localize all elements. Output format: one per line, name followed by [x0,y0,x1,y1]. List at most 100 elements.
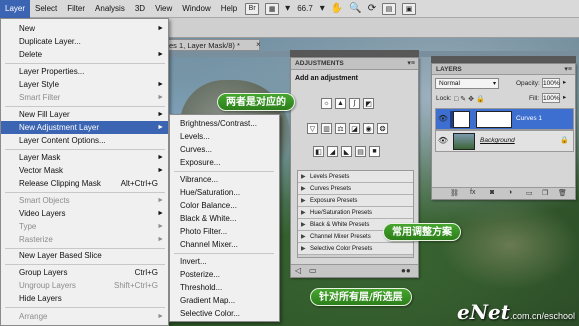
blend-mode-select[interactable]: Normal ▾ [435,78,499,89]
submenu-item-curves[interactable]: Curves... [170,144,279,156]
layer-row-curves[interactable]: 👁 Curves 1 [435,108,574,130]
opacity-field[interactable]: 100% [542,78,560,88]
menu-item-layer-style[interactable]: Layer Style ► [1,78,168,91]
menu-item-new-adjustment-layer[interactable]: New Adjustment Layer ► [1,121,168,134]
panel-menu-icon[interactable]: ▾≡ [407,59,415,67]
submenu-item-exposure[interactable]: Exposure... [170,157,279,169]
menu-item-group-layers[interactable]: Group Layers Ctrl+G [1,266,168,279]
posterize-icon[interactable]: ◢ [327,146,338,157]
new-layer-icon[interactable]: ❐ [542,189,548,197]
layer-mask-thumbnail[interactable] [476,111,512,128]
adjustments-panel-collapse-bar[interactable] [290,50,419,57]
eye-icon[interactable]: 👁 [437,136,449,147]
menu-view[interactable]: View [150,0,177,18]
fill-field[interactable]: 100% [542,93,560,103]
submenu-item-color-balance[interactable]: Color Balance... [170,200,279,212]
menu-item-new[interactable]: New ► [1,22,168,35]
minibridge-icon[interactable]: ▦ [265,2,280,15]
menu-item-vector-mask[interactable]: Vector Mask ► [1,164,168,177]
preset-exposure[interactable]: ▶ Exposure Presets [298,195,413,207]
menu-item-layer-content-options[interactable]: Layer Content Options... [1,134,168,147]
submenu-item-gradient-map[interactable]: Gradient Map... [170,295,279,307]
menu-window[interactable]: Window [177,0,215,18]
black-white-icon[interactable]: ◪ [349,123,360,134]
layer-row-background[interactable]: 👁 Background 🔒 [435,130,574,152]
adjustments-panel-tab[interactable]: ADJUSTMENTS [291,58,418,70]
menu-item-new-layer-based-slice[interactable]: New Layer Based Slice [1,249,168,262]
menu-analysis[interactable]: Analysis [90,0,130,18]
vibrance-icon[interactable]: ▽ [307,123,318,134]
menu-layer[interactable]: Layer [0,0,31,18]
panel-menu-icon[interactable]: ▾≡ [564,65,572,73]
submenu-item-brightness-contrast[interactable]: Brightness/Contrast... [170,118,279,130]
layer-visibility-toggle-icon[interactable]: ●● [401,266,411,275]
exposure-icon[interactable]: ◩ [363,98,374,109]
invert-icon[interactable]: ◧ [313,146,324,157]
menu-item-hide-layers[interactable]: Hide Layers [1,292,168,305]
trash-icon[interactable]: 🗑 [558,189,567,197]
layers-panel-tab[interactable]: LAYERS [432,64,575,75]
menu-item-smart-objects[interactable]: Smart Objects ► [1,194,168,207]
submenu-item-channel-mixer[interactable]: Channel Mixer... [170,239,279,251]
color-balance-icon[interactable]: ⚖ [335,123,346,134]
preset-selective-color[interactable]: ▶ Selective Color Presets [298,243,413,255]
selective-color-icon[interactable]: ■ [369,146,380,157]
view-extras-icon[interactable]: ▾ [285,2,290,16]
hand-tool-icon[interactable]: ✋ [331,2,343,16]
expand-view-icon[interactable]: ◁ [295,266,301,275]
menu-item-layer-mask[interactable]: Layer Mask ► [1,151,168,164]
menu-item-rasterize[interactable]: Rasterize ► [1,233,168,246]
menu-item-video-layers[interactable]: Video Layers ► [1,207,168,220]
menu-item-release-clipping-mask[interactable]: Release Clipping Mask Alt+Ctrl+G [1,177,168,190]
preset-levels[interactable]: ▶ Levels Presets [298,171,413,183]
brightness-contrast-icon[interactable]: ☼ [321,98,332,109]
preset-curves[interactable]: ▶ Curves Presets [298,183,413,195]
levels-icon[interactable]: ▲ [335,98,346,109]
link-layers-icon[interactable]: ⛓ [450,189,459,197]
fx-icon[interactable]: fx [470,189,475,196]
submenu-item-posterize[interactable]: Posterize... [170,269,279,281]
submenu-item-hue-saturation[interactable]: Hue/Saturation... [170,187,279,199]
menu-item-arrange[interactable]: Arrange ► [1,310,168,323]
submenu-item-photo-filter[interactable]: Photo Filter... [170,226,279,238]
submenu-item-threshold[interactable]: Threshold... [170,282,279,294]
rotate-view-icon[interactable]: ⟳ [368,2,376,16]
close-tab-icon[interactable]: × [256,40,261,49]
submenu-item-levels[interactable]: Levels... [170,131,279,143]
menu-item-delete[interactable]: Delete ► [1,48,168,61]
lock-icons[interactable]: □✎✥🔒 [454,95,487,103]
bridge-icon[interactable]: Br [245,2,260,15]
hue-saturation-icon[interactable]: ▥ [321,123,332,134]
menu-3d[interactable]: 3D [130,0,150,18]
menu-item-smart-filter[interactable]: Smart Filter ► [1,91,168,104]
submenu-item-black-white[interactable]: Black & White... [170,213,279,225]
menu-select[interactable]: Select [30,0,62,18]
zoom-tool-icon[interactable]: 🔍 [349,2,361,16]
menu-item-ungroup-layers[interactable]: Ungroup Layers Shift+Ctrl+G [1,279,168,292]
submenu-item-vibrance[interactable]: Vibrance... [170,174,279,186]
zoom-dropdown-icon[interactable]: ▾ [320,2,325,16]
menu-item-layer-properties[interactable]: Layer Properties... [1,65,168,78]
screen-mode-icon[interactable]: ▣ [402,2,417,15]
fill-dropdown-icon[interactable]: ▸ [563,93,566,101]
channel-mixer-icon[interactable]: ❂ [377,123,388,134]
submenu-item-invert[interactable]: Invert... [170,256,279,268]
menu-item-new-fill-layer[interactable]: New Fill Layer ► [1,108,168,121]
photo-filter-icon[interactable]: ◉ [363,123,374,134]
clip-to-layer-icon[interactable]: ▭ [309,266,317,275]
submenu-item-selective-color[interactable]: Selective Color... [170,308,279,320]
menu-item-type[interactable]: Type ► [1,220,168,233]
opacity-dropdown-icon[interactable]: ▸ [563,78,566,86]
menu-item-duplicate-layer[interactable]: Duplicate Layer... [1,35,168,48]
layers-panel-collapse-bar[interactable] [431,56,576,63]
eye-icon[interactable]: 👁 [437,114,449,125]
menu-filter[interactable]: Filter [62,0,90,18]
zoom-level[interactable]: 66.7 [297,4,313,13]
curves-icon[interactable]: ∫ [349,98,360,109]
gradient-map-icon[interactable]: ▤ [355,146,366,157]
threshold-icon[interactable]: ◣ [341,146,352,157]
preset-hue-saturation[interactable]: ▶ Hue/Saturation Presets [298,207,413,219]
menu-help[interactable]: Help [216,0,242,18]
arrange-documents-icon[interactable]: ▤ [382,2,397,15]
new-adjustment-layer-icon[interactable]: ◑ [508,189,512,196]
